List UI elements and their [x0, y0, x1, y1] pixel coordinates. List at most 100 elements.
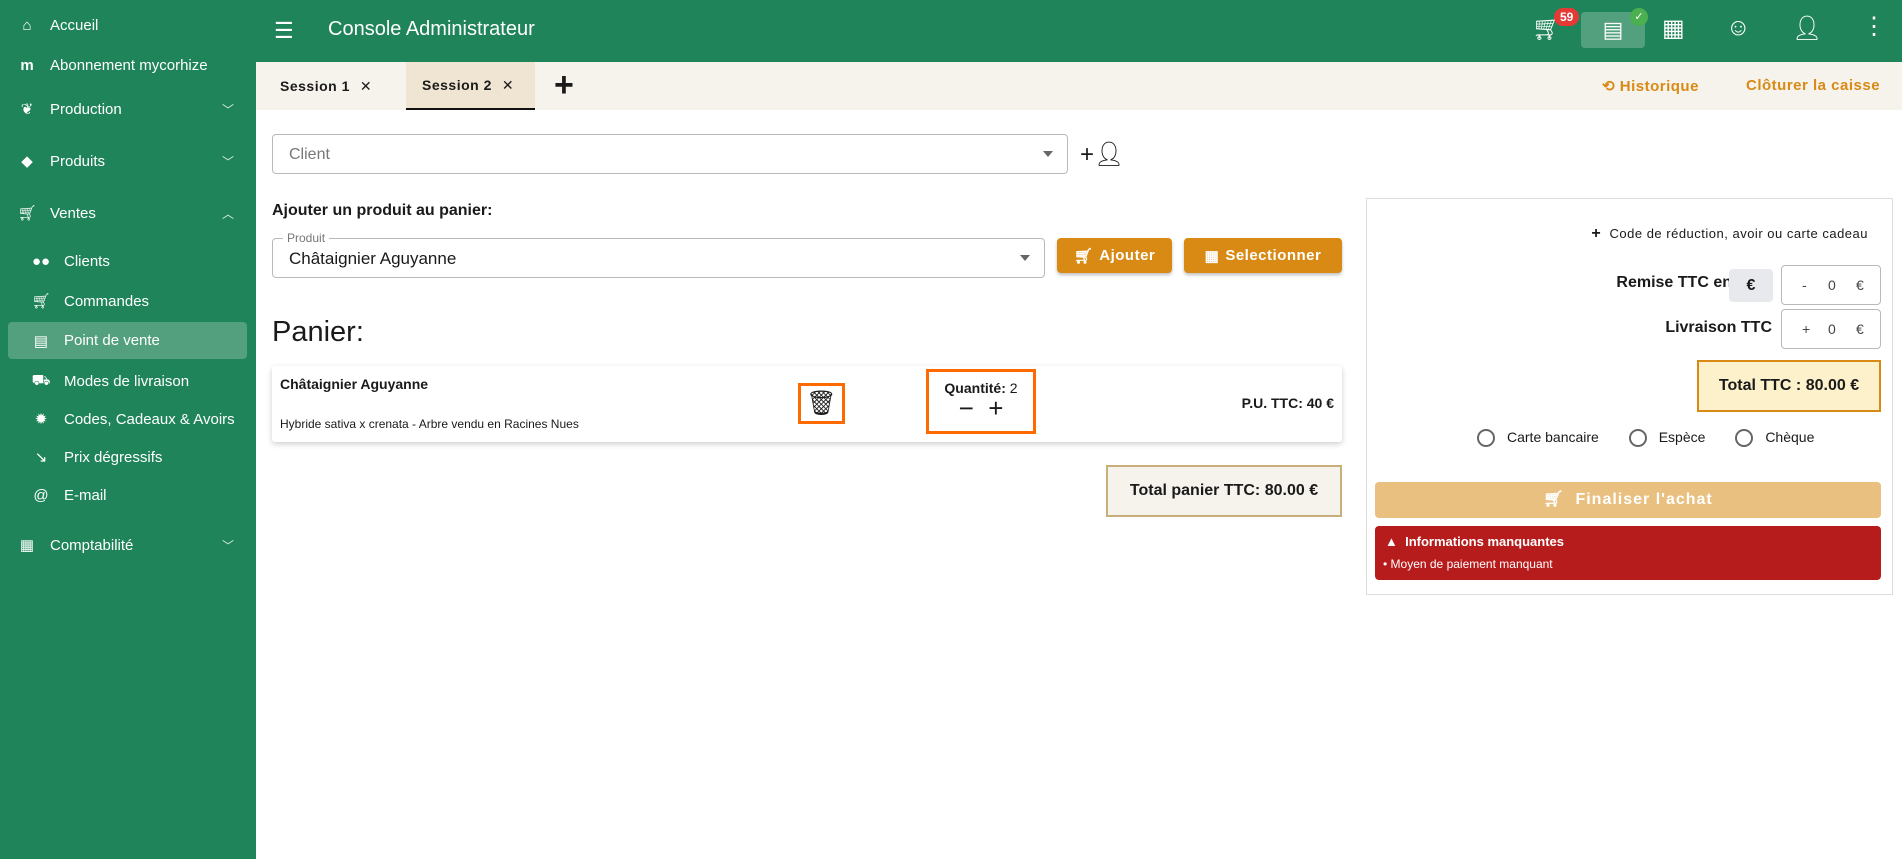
sidebar-item-produits[interactable]: ◆ Produits ﹀	[0, 148, 256, 174]
cart-icon: 🛒︎	[1543, 491, 1565, 508]
label: Clients	[64, 252, 110, 270]
close-register-link[interactable]: Clôturer la caisse	[1746, 77, 1880, 94]
total-ttc: Total TTC : 80.00 €	[1697, 360, 1881, 412]
product-select[interactable]: Produit Châtaignier Aguyanne	[272, 231, 1045, 278]
radio[interactable]	[1735, 429, 1754, 448]
caret-down-icon	[1020, 255, 1030, 261]
cash-register-icon: ▤	[33, 332, 49, 350]
sidebar-item-codes[interactable]: ✹ Codes, Cadeaux & Avoirs	[0, 406, 256, 432]
item-unit-price: P.U. TTC: 40 €	[1241, 395, 1334, 411]
sidebar-item-ventes[interactable]: 🛒︎ Ventes ︿	[0, 200, 256, 226]
label: Comptabilité	[50, 536, 134, 554]
sidebar-item-email[interactable]: @ E-mail	[0, 482, 256, 508]
account-icon[interactable]: 👤︎	[1792, 14, 1822, 43]
add-product-heading: Ajouter un produit au panier:	[272, 202, 493, 219]
cart-icon: 🛒︎	[31, 293, 51, 310]
plus-icon: +	[1591, 225, 1602, 242]
payment-espece[interactable]: Espèce	[1628, 429, 1706, 448]
radio[interactable]	[1477, 429, 1495, 448]
cart-plus-icon: 🛒︎	[1073, 247, 1094, 265]
delivery-label: Livraison TTC	[1665, 319, 1772, 336]
label: Carte bancaire	[1507, 429, 1599, 445]
sidebar-item-accueil[interactable]: ⌂ Accueil	[0, 12, 256, 38]
label: Finaliser l'achat	[1575, 491, 1713, 508]
discount-input[interactable]: - 0 €	[1781, 265, 1881, 305]
sidebar-item-abonnement[interactable]: m Abonnement mycorhize	[0, 52, 256, 78]
check-icon: ✓	[1630, 8, 1648, 26]
discount-icon: ✹	[34, 411, 48, 428]
sidebar-item-modes-livraison[interactable]: ⛟ Modes de livraison	[0, 368, 256, 394]
chevron-down-icon: ﹀	[221, 102, 234, 117]
value: 0	[1828, 321, 1836, 337]
users-icon: ●●	[31, 252, 51, 270]
sidebar-item-prix-degressifs[interactable]: ↘ Prix dégressifs	[0, 444, 256, 470]
label: Espèce	[1658, 429, 1706, 445]
label: E-mail	[64, 486, 107, 504]
mycorhize-logo-icon: m	[20, 56, 34, 74]
sidebar-item-clients[interactable]: ●● Clients	[0, 248, 256, 274]
history-label: Historique	[1619, 78, 1699, 95]
label: Code de réduction, avoir ou carte cadeau	[1609, 226, 1868, 241]
select-product-button[interactable]: ▦ Selectionner	[1184, 238, 1342, 273]
finalize-button[interactable]: 🛒︎ Finaliser l'achat	[1375, 482, 1881, 518]
product-label: Produit	[283, 231, 330, 245]
sidebar-item-point-de-vente[interactable]: ▤ Point de vente	[8, 322, 247, 359]
payment-carte-bancaire[interactable]: Carte bancaire	[1477, 429, 1599, 448]
close-icon[interactable]: ✕	[360, 78, 372, 95]
menu-icon[interactable]: ☰	[274, 18, 294, 44]
session-tabs: Session 1 ✕ Session 2 ✕ + ⟲ Historique Clô…	[256, 62, 1902, 110]
discount-code-link[interactable]: + Code de réduction, avoir ou carte cade…	[1591, 225, 1868, 243]
history-link[interactable]: ⟲ Historique	[1602, 77, 1699, 95]
add-product-button[interactable]: 🛒︎ Ajouter	[1057, 238, 1172, 273]
sidebar-item-commandes[interactable]: 🛒︎ Commandes	[0, 288, 256, 314]
sign: +	[1802, 321, 1811, 337]
trash-icon: 🗑︎	[806, 390, 837, 417]
chevron-down-icon: ﹀	[221, 538, 234, 553]
sign: -	[1802, 277, 1807, 293]
item-description: Hybride sativa x crenata - Arbre vendu e…	[280, 417, 579, 431]
stairs-down-icon: ↘	[34, 449, 48, 466]
label: Ventes	[50, 204, 96, 222]
label: Ajouter	[1099, 247, 1156, 264]
chevron-down-icon: ﹀	[221, 154, 234, 169]
label: Chèque	[1765, 429, 1815, 445]
discount-unit-toggle[interactable]: €	[1729, 269, 1773, 302]
payment-cheque[interactable]: Chèque	[1735, 429, 1815, 448]
close-icon[interactable]: ✕	[502, 77, 514, 94]
calculator-icon: ▦	[19, 537, 35, 554]
label: Commandes	[64, 292, 150, 310]
cart-icon: 🛒︎	[17, 205, 37, 222]
sprout-icon: ❦	[20, 101, 34, 118]
currency: €	[1856, 321, 1864, 337]
cash-register-icon: ▤	[1602, 17, 1624, 42]
add-session-icon[interactable]: +	[554, 66, 574, 105]
home-icon: ⌂	[22, 16, 32, 34]
client-placeholder: Client	[289, 146, 330, 163]
sidebar-item-comptabilite[interactable]: ▦ Comptabilité ﹀	[0, 532, 256, 558]
cart-badge: 59	[1554, 8, 1580, 26]
label: Production	[50, 100, 122, 118]
tab-label: Session 1	[280, 78, 350, 94]
alert-title: Informations manquantes	[1405, 534, 1565, 549]
quantity-value: 2	[1009, 380, 1018, 396]
history-icon: ⟲	[1602, 78, 1616, 95]
calendar-clock-icon[interactable]: ▦	[1662, 14, 1685, 43]
delivery-input[interactable]: +0 €	[1781, 309, 1881, 349]
client-select[interactable]: Client	[272, 134, 1068, 174]
tab-session-2[interactable]: Session 2 ✕	[406, 62, 535, 110]
sidebar-item-production[interactable]: ❦ Production ﹀	[0, 96, 256, 122]
delete-item-button[interactable]: 🗑︎	[798, 383, 845, 424]
top-bar: ☰ Console Administrateur 🛒︎ 59 ▤ ✓ ▦ ☺ 👤…	[256, 0, 1902, 62]
increment-button[interactable]: +	[988, 393, 1003, 423]
add-user-icon[interactable]: +👤︎	[1080, 140, 1124, 169]
product-value: Châtaignier Aguyanne	[289, 249, 457, 268]
decrement-button[interactable]: −	[959, 393, 974, 423]
at-icon: @	[33, 486, 49, 504]
support-icon[interactable]: ☺	[1726, 14, 1751, 42]
more-vert-icon[interactable]: ⋮	[1862, 12, 1886, 41]
item-name: Châtaignier Aguyanne	[280, 376, 429, 392]
value: 0	[1828, 277, 1836, 293]
tab-session-1[interactable]: Session 1 ✕	[264, 62, 388, 110]
missing-info-alert: ▲ Informations manquantes • Moyen de pai…	[1375, 526, 1881, 580]
radio[interactable]	[1628, 429, 1647, 448]
